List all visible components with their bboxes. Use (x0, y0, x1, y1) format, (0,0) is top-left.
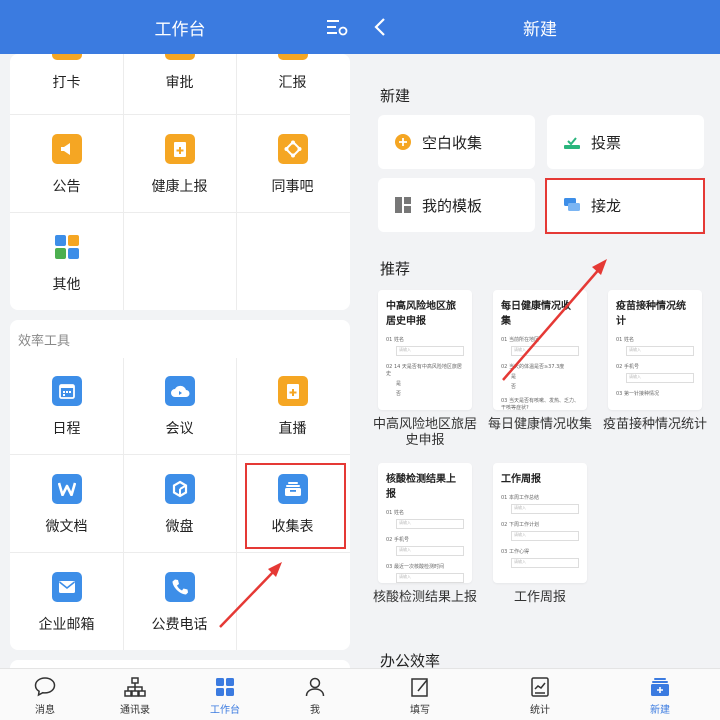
w-doc-icon (51, 474, 82, 504)
new-form-icon (651, 678, 669, 696)
template-caption: 中高风险地区旅居史申报 (372, 417, 477, 448)
mail-icon (51, 572, 82, 602)
tab-contacts[interactable]: 通讯录 (90, 669, 180, 720)
app-announcement[interactable]: 公告 (10, 120, 123, 218)
edit-icon (411, 678, 428, 697)
tab-me[interactable]: 我 (270, 669, 360, 720)
tool-mail[interactable]: 企业邮箱 (10, 558, 123, 650)
app-colleague-circle[interactable]: 同事吧 (236, 120, 349, 218)
punch-icon (51, 54, 82, 60)
cloud-icon (164, 376, 195, 406)
person-icon (305, 677, 325, 697)
new-header: 新建 (360, 0, 720, 54)
tab-messages[interactable]: 消息 (0, 669, 90, 720)
app-grid-card: 打卡 审批 汇报 公告 健康上报 同事吧 其他 (10, 54, 350, 310)
vote-box-icon (564, 137, 580, 149)
page-title: 工作台 (154, 19, 206, 40)
tab-fill[interactable]: 填写 (375, 669, 465, 720)
new-vote[interactable]: 投票 (547, 115, 704, 169)
chat-bubble-icon (34, 677, 56, 697)
app-other[interactable]: 其他 (10, 218, 123, 310)
template-caption: 疫苗接种情况统计 (602, 417, 707, 432)
section-new-title: 新建 (380, 87, 411, 105)
bottom-tab-bar: 消息 通讯录 工作台 我 (0, 668, 360, 720)
live-broadcast-icon (277, 376, 308, 406)
tool-meeting[interactable]: 会议 (123, 362, 236, 460)
template-card-nucleic-test[interactable]: 核酸检测结果上报 01 姓名 请输入 02 手机号 请输入 03 最近一次核酸检… (378, 463, 472, 583)
megaphone-icon (51, 134, 82, 164)
tool-docs[interactable]: 微文档 (10, 460, 123, 558)
arrow-annotation (219, 562, 282, 628)
stats-icon (531, 677, 549, 697)
highlight-box (245, 463, 346, 549)
tab-stats[interactable]: 统计 (495, 669, 585, 720)
tool-calendar[interactable]: 日程 (10, 362, 123, 460)
template-card-travel-history[interactable]: 中高风险地区旅居史申报 01 姓名 请输入 02 14 天是否有中高风险地区旅居… (378, 290, 472, 410)
grid-icon (216, 678, 234, 696)
template-caption: 核酸检测结果上报 (372, 590, 477, 605)
new-my-templates[interactable]: 我的模板 (378, 178, 535, 232)
new-form-panel: 新建 新建 空白收集 投票 我的模板 接龙 推荐 中高风险地区旅居史申报 01 … (360, 0, 720, 720)
tab-workbench[interactable]: 工作台 (180, 669, 270, 720)
bottom-tab-bar: 填写 统计 新建 (360, 668, 720, 720)
arrow-annotation (502, 259, 607, 381)
workbench-panel: 工作台 打卡 审批 汇报 公告 健康上报 同事吧 其他 效率工具 日程 会议 直… (0, 0, 360, 720)
tab-new[interactable]: 新建 (615, 669, 705, 720)
template-caption: 每日健康情况收集 (487, 417, 592, 432)
settings-list-icon[interactable] (326, 17, 348, 37)
section-title: 效率工具 (18, 334, 71, 349)
template-card-weekly-report[interactable]: 工作周报 01 本周工作总结 请输入 02 下周工作计划 请输入 03 工作心得… (493, 463, 587, 583)
workbench-header: 工作台 (0, 0, 360, 54)
clipboard-plus-icon (164, 134, 195, 164)
section-recommend-title: 推荐 (380, 260, 411, 278)
plus-circle-icon (395, 134, 411, 150)
phone-icon (164, 572, 195, 602)
report-icon (277, 54, 308, 60)
tool-drive[interactable]: 微盘 (123, 460, 236, 558)
app-report[interactable]: 汇报 (236, 54, 349, 114)
drive-icon (164, 474, 195, 504)
approval-icon (164, 54, 195, 60)
app-punch-in[interactable]: 打卡 (10, 54, 123, 114)
template-grid-icon (395, 197, 411, 213)
template-card-vaccine[interactable]: 疫苗接种情况统计 01 姓名 请输入 02 手机号 请输入 03 第一针接种情况 (608, 290, 702, 410)
calendar-icon (51, 376, 82, 406)
diamond-nodes-icon (277, 134, 308, 164)
other-apps-icon (51, 232, 82, 262)
page-title: 新建 (523, 19, 557, 40)
new-blank-collection[interactable]: 空白收集 (378, 115, 535, 169)
tool-live[interactable]: 直播 (236, 362, 349, 460)
app-approval[interactable]: 审批 (123, 54, 236, 114)
highlight-box (545, 178, 705, 234)
org-chart-icon (124, 677, 146, 697)
template-caption: 工作周报 (513, 590, 566, 605)
back-chevron-icon[interactable] (368, 14, 394, 40)
app-health-report[interactable]: 健康上报 (123, 120, 236, 218)
